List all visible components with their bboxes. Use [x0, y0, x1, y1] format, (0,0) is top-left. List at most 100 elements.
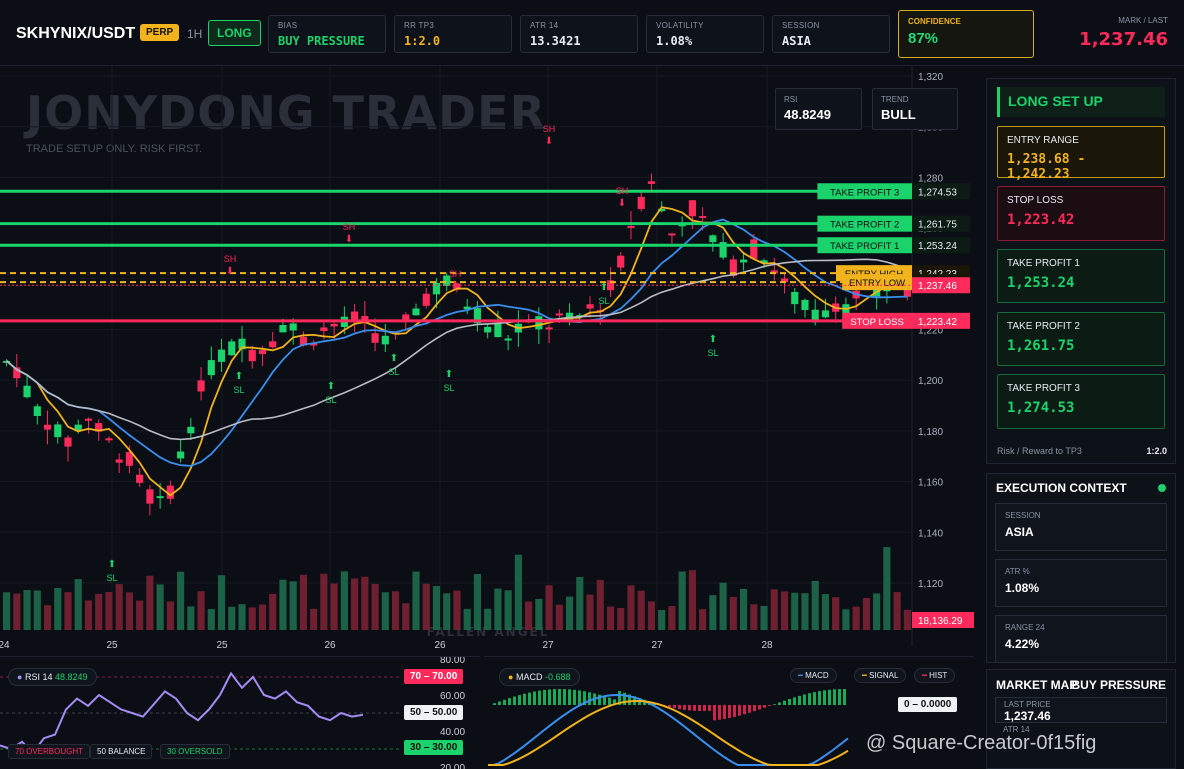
candle-body	[228, 341, 236, 356]
volume-bar	[340, 571, 348, 630]
volume-bar	[412, 571, 420, 630]
trend-mini-label: TREND	[881, 95, 909, 104]
volume-bar	[852, 606, 860, 630]
stop-loss-label: STOP LOSS	[1007, 195, 1064, 206]
candle-body	[422, 293, 430, 306]
legend-hist-label: HIST	[929, 671, 948, 680]
volume-bar	[545, 585, 553, 630]
swing-high-label: SH	[449, 269, 462, 279]
macd-hist-bar	[493, 703, 496, 705]
rsi-axis-label: 60.00	[440, 691, 465, 702]
volume-bar	[310, 608, 318, 630]
macd-hist-bar	[778, 702, 781, 705]
tp2-value: 1,261.75	[1007, 338, 1075, 354]
volume-bar	[770, 589, 778, 630]
macd-hist-bar	[688, 705, 691, 711]
macd-hist-bar	[788, 699, 791, 705]
stat-rr: RR TP3 1:2.0	[394, 15, 512, 53]
macd-hist-bar	[833, 689, 836, 705]
macd-hist-bar	[798, 695, 801, 705]
rsi-dot-icon: ●	[17, 672, 23, 682]
time-axis-label: 27	[651, 640, 663, 651]
risk-reward-row: Risk / Reward to TP3 1:2.0	[997, 446, 1167, 456]
rsi-50-b: 50.00	[432, 707, 458, 718]
atr-percent-value: 1.08%	[1005, 581, 1040, 595]
last-price-value: 1,237.46	[1004, 709, 1051, 723]
stat-label: BIAS	[278, 21, 298, 30]
last-price-tag: 1,237.46	[918, 281, 957, 292]
candle-body	[43, 424, 52, 430]
price-axis-label: 1,280	[918, 173, 943, 184]
volume-bar	[606, 606, 615, 630]
volume-bar	[146, 575, 154, 630]
time-axis-label: 27	[542, 640, 554, 651]
rsi-50-a: 50	[410, 707, 422, 718]
volume-bar	[617, 607, 625, 630]
entry-range-value: 1,238.68 - 1,242.23	[1007, 152, 1086, 182]
range-value: 4.22%	[1005, 637, 1040, 651]
macd-hist-bar	[828, 689, 831, 705]
legend-signal-label: SIGNAL	[869, 671, 899, 680]
market-map-bias: BUY PRESSURE	[1071, 678, 1166, 692]
rsi-50-tag: 50 – 50.00	[404, 705, 464, 720]
level-label: STOP LOSS	[850, 317, 904, 328]
rsi-70-a: 70	[410, 671, 422, 682]
volume-bar	[74, 579, 82, 630]
setup-title: LONG SET UP	[997, 87, 1165, 117]
range-label: RANGE 24	[1005, 623, 1045, 632]
entry-range-card: ENTRY RANGE 1,238.68 - 1,242.23	[997, 126, 1165, 182]
timeframe-label[interactable]: 1H	[187, 27, 202, 41]
session-value: ASIA	[1005, 525, 1034, 539]
volume-bar	[504, 590, 512, 630]
candle-body	[617, 255, 625, 268]
volume-bar	[166, 601, 174, 630]
volume-bar	[576, 576, 584, 630]
volume-bar	[422, 583, 430, 630]
volume-bar	[136, 600, 144, 630]
volume-bar	[688, 570, 696, 630]
macd-hist-bar	[838, 689, 841, 705]
mark-label: MARK / LAST	[1118, 16, 1168, 25]
volume-bar	[637, 590, 645, 630]
price-chart[interactable]: JONYDONG TRADER TRADE SETUP ONLY. RISK F…	[0, 66, 975, 656]
swing-low-label: SL	[598, 296, 609, 306]
swing-low-label: SL	[707, 348, 718, 358]
confidence-value: 87%	[908, 30, 939, 47]
session-label: SESSION	[1005, 511, 1041, 520]
candle-body	[699, 215, 707, 218]
swing-low-label: SL	[233, 385, 244, 395]
arrow-up-icon: ⬆	[600, 282, 608, 293]
volume-bar	[258, 604, 267, 630]
volume-bar	[494, 588, 502, 630]
chart-canvas[interactable]: 1,3201,3001,2801,2601,2401,2201,2001,180…	[0, 66, 975, 656]
macd-hist-bar	[533, 691, 536, 705]
candle-body	[248, 349, 256, 362]
candle-body	[33, 406, 41, 416]
session-card: SESSION ASIA	[995, 503, 1167, 551]
macd-hist-bar	[698, 705, 701, 711]
rsi-value: 48.8249	[54, 672, 88, 682]
volume-tag: 18,136.29	[918, 616, 963, 627]
volume-bar	[320, 573, 328, 630]
atr-percent-card: ATR % 1.08%	[995, 559, 1167, 607]
oversold-legend: 30 OVERSOLD	[160, 744, 230, 759]
volume-bar	[739, 588, 748, 630]
tp3-value: 1,274.53	[1007, 400, 1075, 416]
volume-bar	[699, 609, 707, 630]
arrow-up-icon: ⬆	[108, 559, 116, 570]
arrow-up-icon: ⬆	[709, 334, 717, 345]
volume-bar	[443, 593, 451, 630]
price-axis-label: 1,320	[918, 72, 943, 83]
candle-body	[84, 418, 93, 421]
rsi-pane[interactable]: 80.00 60.00 40.00 20.00 ● RSI 14 48.8249 70…	[0, 656, 480, 769]
legend-signal: ━ SIGNAL	[854, 668, 907, 683]
macd-hist-bar	[513, 696, 516, 705]
macd-hist-bar	[543, 689, 546, 705]
volume-bar	[177, 571, 185, 630]
macd-zero-b: 0.0000	[920, 699, 952, 710]
tp3-card: TAKE PROFIT 3 1,274.53	[997, 374, 1165, 429]
macd-hist-bar	[813, 692, 816, 705]
volume-bar	[156, 584, 164, 630]
rsi-axis-label: 20.00	[440, 763, 465, 769]
arrow-down-icon: ⬇	[345, 234, 353, 245]
